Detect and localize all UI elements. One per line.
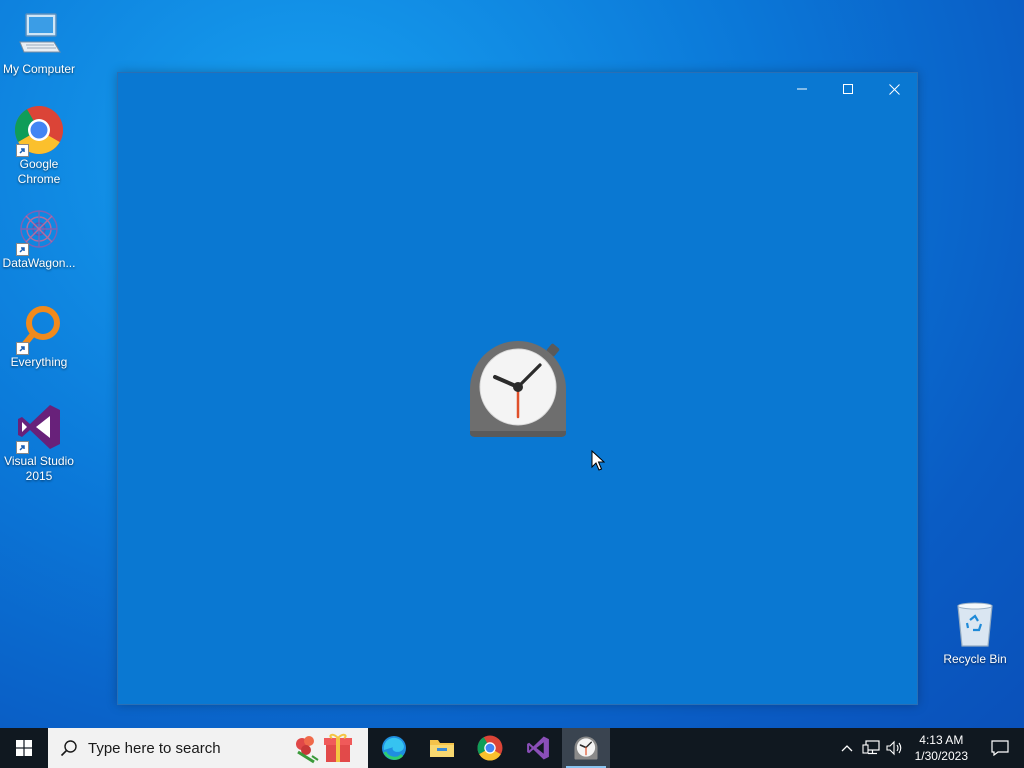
- shortcut-arrow-icon: [16, 144, 29, 157]
- clock-time: 4:13 AM: [919, 733, 964, 747]
- taskbar-app-chrome[interactable]: [466, 728, 514, 768]
- minimize-button[interactable]: [779, 73, 825, 105]
- notification-icon: [991, 740, 1009, 756]
- show-hidden-icons-button[interactable]: [835, 728, 859, 768]
- close-button[interactable]: [871, 73, 917, 105]
- desktop-icon-datawagon[interactable]: DataWagon...: [0, 204, 78, 271]
- start-button[interactable]: [0, 728, 48, 768]
- taskbar-clock[interactable]: 4:13 AM 1/30/2023: [907, 732, 976, 764]
- desktop-icon-google-chrome[interactable]: Google Chrome: [0, 105, 78, 187]
- desktop-icon-everything[interactable]: Everything: [0, 303, 78, 370]
- taskbar-app-visual-studio[interactable]: [514, 728, 562, 768]
- action-center-button[interactable]: [976, 728, 1024, 768]
- visual-studio-icon: [14, 402, 64, 454]
- window-controls: [779, 73, 917, 105]
- minimize-icon: [797, 88, 807, 90]
- shortcut-arrow-icon: [16, 243, 29, 256]
- desktop-icon-my-computer[interactable]: My Computer: [0, 10, 78, 77]
- taskbar-app-edge[interactable]: [370, 728, 418, 768]
- computer-icon: [14, 10, 64, 60]
- speaker-icon: [886, 740, 901, 756]
- desktop-icon-label: Google Chrome: [17, 157, 61, 186]
- desktop-icon-visual-studio[interactable]: Visual Studio 2015: [0, 402, 78, 484]
- desktop-icon-label: Visual Studio 2015: [4, 454, 74, 483]
- alarm-clock-icon: [470, 341, 566, 437]
- maximize-icon: [843, 84, 853, 94]
- volume-tray-button[interactable]: [883, 728, 907, 768]
- desktop-icon-label: My Computer: [2, 62, 76, 76]
- chrome-icon: [14, 105, 64, 157]
- network-tray-button[interactable]: [859, 728, 883, 768]
- everything-search-icon: [14, 303, 64, 355]
- system-tray: 4:13 AM 1/30/2023: [835, 728, 1024, 768]
- search-highlight-gift-icon: [296, 733, 352, 764]
- desktop-icon-label: DataWagon...: [2, 256, 76, 270]
- desktop-icon-label: Recycle Bin: [943, 652, 1007, 666]
- search-placeholder: Type here to search: [88, 739, 221, 757]
- taskbar: Type here to search 4:13 AM 1/30/2023: [0, 728, 1024, 768]
- close-icon: [888, 83, 900, 95]
- maximize-button[interactable]: [825, 73, 871, 105]
- network-icon: [862, 740, 880, 755]
- datawagon-icon: [14, 204, 64, 256]
- chevron-up-icon: [841, 745, 853, 752]
- alarm-clock-icon: [574, 736, 598, 760]
- alarms-clock-window[interactable]: [117, 72, 918, 705]
- edge-icon: [382, 736, 406, 760]
- chrome-icon: [477, 735, 503, 761]
- taskbar-app-file-explorer[interactable]: [418, 728, 466, 768]
- windows-logo-icon: [16, 740, 32, 756]
- recycle-bin-icon: [950, 600, 1000, 650]
- taskbar-app-alarms-clock[interactable]: [562, 728, 610, 768]
- file-explorer-icon: [430, 740, 454, 757]
- shortcut-arrow-icon: [16, 441, 29, 454]
- mouse-cursor-icon: [591, 450, 605, 471]
- shortcut-arrow-icon: [16, 342, 29, 355]
- taskbar-search-box[interactable]: Type here to search: [48, 728, 368, 768]
- desktop-icon-recycle-bin[interactable]: Recycle Bin: [936, 600, 1014, 667]
- search-icon: [60, 740, 77, 757]
- clock-date: 1/30/2023: [914, 749, 968, 763]
- visual-studio-icon: [527, 736, 549, 760]
- desktop-icon-label: Everything: [10, 355, 68, 369]
